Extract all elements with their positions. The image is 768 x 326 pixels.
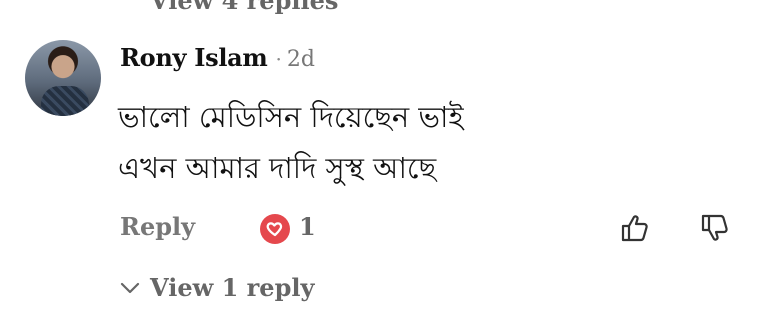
avatar-shirt bbox=[41, 86, 89, 116]
like-count: 1 bbox=[299, 212, 316, 241]
author-name[interactable]: Rony Islam bbox=[120, 43, 268, 72]
thumbs-up-icon[interactable] bbox=[617, 211, 651, 245]
thumbs-down-icon[interactable] bbox=[697, 211, 731, 245]
avatar[interactable] bbox=[25, 40, 101, 116]
heart-glyph bbox=[266, 222, 283, 237]
chevron-down-icon bbox=[120, 282, 140, 293]
comment-line: এখন আমার দাদি সুস্থ আছে bbox=[118, 151, 437, 185]
timestamp: 2d bbox=[286, 47, 315, 72]
comment-body: ভালো মেডিসিন দিয়েছেন ভাই এখন আমার দাদি … bbox=[118, 92, 718, 194]
reply-button[interactable]: Reply bbox=[120, 212, 195, 241]
heart-icon[interactable] bbox=[260, 214, 290, 244]
view-replies-label: View 1 reply bbox=[150, 273, 315, 302]
separator-dot: · bbox=[275, 47, 282, 71]
comment-header: Rony Islam · 2d bbox=[120, 43, 315, 72]
comment-line: ভালো মেডিসিন দিয়েছেন ভাই bbox=[118, 100, 464, 134]
view-replies-button[interactable]: View 1 reply bbox=[120, 273, 314, 302]
previous-view-replies-text[interactable]: View 4 replies bbox=[150, 0, 338, 15]
